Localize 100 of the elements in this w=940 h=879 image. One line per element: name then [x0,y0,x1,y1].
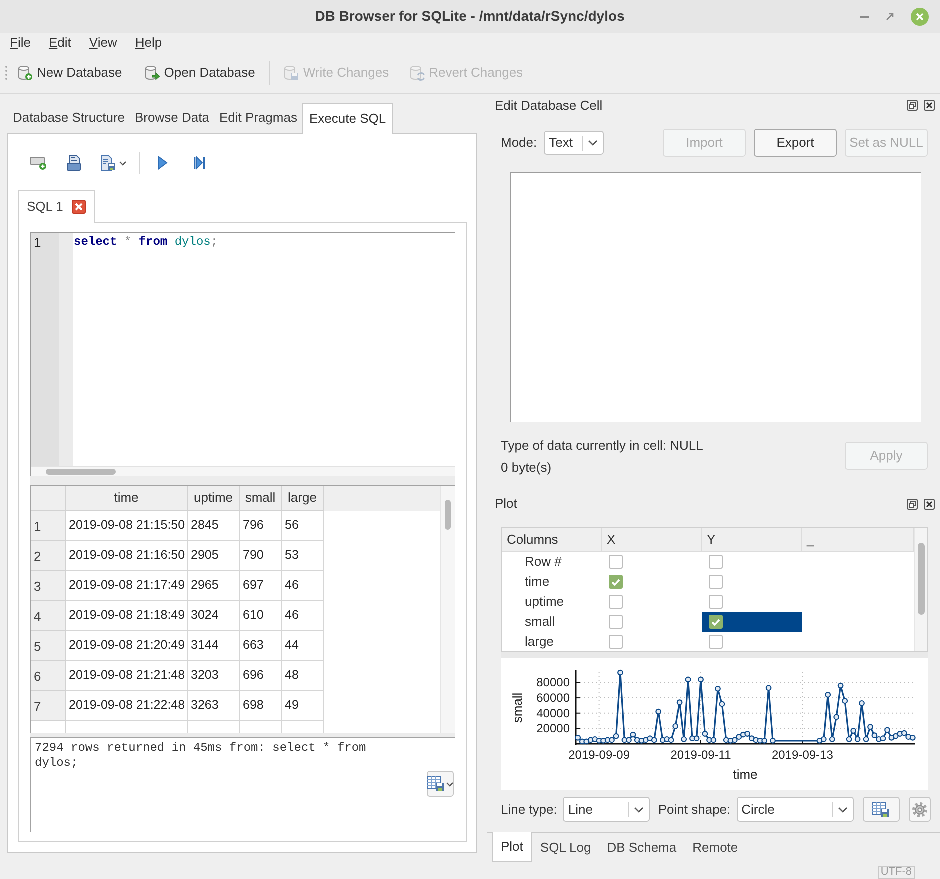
menu-item[interactable]: Edit [48,33,72,53]
splitter-handle[interactable] [30,476,455,485]
row-header[interactable]: 6 [31,661,66,691]
table-cell: 2019-09-08 21:17:49 [66,571,188,601]
toolbar-button[interactable]: New Database [13,60,126,86]
data-point [863,736,870,742]
checkbox[interactable] [609,635,623,649]
checkbox[interactable] [709,615,723,629]
mode-dropdown[interactable]: Text [544,131,604,155]
table-save-icon [427,776,445,792]
column-header[interactable]: small [240,486,282,511]
tab[interactable]: DB Schema [599,833,685,862]
column-header[interactable]: uptime [188,486,240,511]
scrollbar-thumb[interactable] [918,543,924,615]
tab[interactable]: Database Structure [8,103,130,133]
maximize-icon[interactable] [886,12,894,20]
cell-editor-field[interactable] [510,172,921,422]
tab[interactable]: Remote [684,833,746,862]
row-header[interactable]: 1 [31,511,66,541]
scrollbar-thumb[interactable] [46,468,116,474]
table-cell: 3144 [188,631,240,661]
data-point [859,700,865,706]
encoding-label: UTF-8 [878,866,915,879]
table-cell: 48 [282,661,324,691]
checkbox[interactable] [609,595,623,609]
table-cell: 2019-09-08 21:22:48 [66,691,188,721]
column-header[interactable]: Columns [502,528,602,552]
tab[interactable]: Execute SQL [302,103,394,134]
tab[interactable]: Plot [492,832,532,862]
checkbox[interactable] [709,635,723,649]
menu-item[interactable]: File [10,33,31,53]
play-icon[interactable] [158,156,168,170]
close-icon[interactable] [924,498,935,510]
code-line: select * from dylos; [74,234,218,251]
close-icon[interactable] [924,100,935,111]
options-button[interactable] [908,797,931,822]
table-cell[interactable] [702,612,802,632]
table-cell: 696 [240,661,282,691]
data-point [868,724,874,730]
checkbox[interactable] [609,555,623,569]
document-save-icon[interactable] [100,155,116,171]
data-point [846,736,852,742]
data-point [676,700,683,706]
column-header[interactable]: X [602,528,702,552]
axis-title: small [510,692,525,724]
column-name: uptime [524,593,566,612]
checkbox[interactable] [709,555,723,569]
point-shape-dropdown[interactable]: Circle [736,797,854,822]
checkbox[interactable] [709,575,723,589]
data-point [656,708,662,715]
column-name: time [524,573,551,592]
vertical-scrollbar[interactable] [914,528,927,651]
column-header[interactable]: large [282,486,324,511]
check-icon [711,618,721,626]
row-header[interactable]: 7 [31,691,66,721]
checkbox[interactable] [709,595,723,609]
tab[interactable]: Edit Pragmas [214,103,302,133]
row-header[interactable]: 4 [31,601,66,631]
table-cell: 3203 [188,661,240,691]
grip-handle-icon[interactable] [5,65,8,81]
table-cell: 2019-09-08 21:18:49 [66,601,188,631]
step-forward-icon[interactable] [194,156,206,170]
vertical-scrollbar[interactable] [440,486,455,733]
tab[interactable]: SQL Log [532,833,600,862]
table-cell: 663 [240,631,282,661]
row-header[interactable]: 5 [31,631,66,661]
restore-icon[interactable] [907,100,918,111]
toolbar-button[interactable]: Open Database [140,60,260,86]
code-editor[interactable]: 1 select * from dylos; [30,232,455,476]
tick-label: 20000 [536,722,570,736]
column-header[interactable]: time [66,486,188,511]
horizontal-scrollbar[interactable] [31,466,455,476]
splitter-handle[interactable] [30,733,455,737]
save-plot-button[interactable] [862,797,900,822]
window-plus-icon[interactable] [30,156,47,170]
checkbox[interactable] [609,575,623,589]
tab[interactable]: Browse Data [130,103,214,133]
export-button[interactable] [427,771,454,797]
minimize-icon[interactable] [860,16,869,18]
menu-item[interactable]: Help [135,33,162,53]
row-header[interactable]: 3 [31,571,66,601]
menu-item[interactable]: View [89,33,118,53]
cell-type-info: Type of data currently in cell: NULL [501,437,704,455]
scrollbar-thumb[interactable] [445,500,451,530]
data-point [770,738,776,744]
column-header[interactable]: Y [702,528,802,552]
column-name: small [524,613,556,632]
close-icon[interactable] [72,200,86,214]
tab[interactable]: SQL 1 [18,190,96,223]
line-type-dropdown[interactable]: Line [563,797,650,822]
tick-label: 60000 [536,691,570,706]
caret-icon[interactable] [119,160,127,166]
table-cell: 2019-09-08 21:16:50 [66,541,188,571]
printer-icon[interactable] [66,155,82,171]
checkbox[interactable] [609,615,623,629]
row-header[interactable]: 2 [31,541,66,571]
database-plus-icon [17,65,33,81]
restore-icon[interactable] [907,498,918,510]
splitter-handle[interactable] [501,652,928,658]
action-button[interactable]: Export [754,129,837,157]
